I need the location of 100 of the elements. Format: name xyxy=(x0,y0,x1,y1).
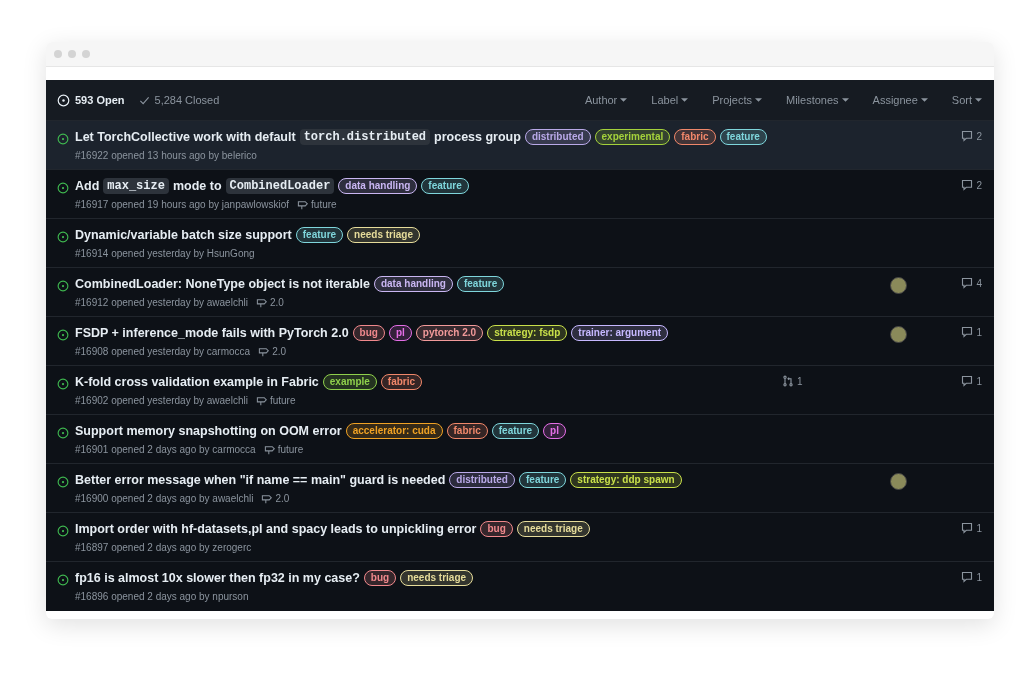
label-tag[interactable]: data handling xyxy=(338,178,418,194)
label-tag[interactable]: pl xyxy=(543,423,566,439)
open-issue-icon xyxy=(57,182,69,194)
issue-title-link[interactable]: Dynamic/variable batch size support xyxy=(75,228,292,242)
code-text: torch.distributed xyxy=(299,129,431,145)
label-tag[interactable]: example xyxy=(322,374,377,390)
comment-count[interactable]: 2 xyxy=(961,130,982,142)
label-tag[interactable]: distributed xyxy=(524,129,591,145)
caret-icon xyxy=(681,98,689,102)
issue-title-link[interactable]: process group xyxy=(434,130,521,144)
label-tag[interactable]: needs triage xyxy=(347,227,421,243)
open-issue-icon xyxy=(57,427,69,439)
comment-icon xyxy=(961,326,974,338)
code-text: max_size xyxy=(103,178,169,194)
milestone-link[interactable]: 2.0 xyxy=(275,493,290,504)
window-dot xyxy=(68,50,76,58)
label-tag[interactable]: fabric xyxy=(380,374,423,390)
comment-icon xyxy=(961,130,974,142)
milestone-link[interactable]: future xyxy=(311,199,337,210)
milestone-link[interactable]: future xyxy=(277,444,304,455)
check-icon xyxy=(138,94,150,106)
comment-count[interactable]: 1 xyxy=(961,522,982,534)
caret-icon xyxy=(975,98,982,102)
label-tag[interactable]: fabric xyxy=(674,129,716,145)
label-tag[interactable]: needs triage xyxy=(400,570,474,586)
assignee-avatar[interactable] xyxy=(890,277,907,294)
issue-meta-text: #16922 opened 13 hours ago by belerico xyxy=(75,150,257,161)
label-tag[interactable]: trainer: argument xyxy=(571,325,669,341)
issue-meta-text: #16902 opened yesterday by awaelchli xyxy=(75,395,248,406)
open-issue-icon xyxy=(57,476,69,488)
issue-meta-text: #16900 opened 2 days ago by awaelchli xyxy=(75,493,254,504)
issue-title-link[interactable]: Better error message when "if name == main" guard is needed xyxy=(75,473,446,487)
open-issue-icon xyxy=(57,231,69,243)
filter-dropdown[interactable]: Sort xyxy=(951,94,982,106)
assignee-avatar[interactable] xyxy=(890,326,907,343)
filter-dropdown[interactable]: Milestones xyxy=(785,94,849,106)
label-tag[interactable]: experimental xyxy=(594,129,671,145)
pull-request-icon xyxy=(782,375,794,387)
linked-pr-count[interactable]: 1 xyxy=(782,375,803,387)
open-issue-icon xyxy=(57,329,69,341)
milestone-link[interactable]: 2.0 xyxy=(269,297,284,308)
closed-count-link[interactable]: 5,284 Closed xyxy=(154,94,220,106)
comment-count[interactable]: 2 xyxy=(961,179,982,191)
issue-meta-text: #16908 opened yesterday by carmocca xyxy=(75,346,251,357)
window-dot xyxy=(82,50,90,58)
open-issue-icon xyxy=(57,280,69,292)
issue-row[interactable]: Let TorchCollective work with default torch.distributed process group distributed experimental fabric feature #16922 opened 13 hours ago by belerico 2 xyxy=(46,121,994,170)
window-dot xyxy=(54,50,62,58)
label-tag[interactable]: pl xyxy=(388,325,412,341)
issue-title-link[interactable]: Let TorchCollective work with default xyxy=(75,130,296,144)
issue-title-link[interactable]: Add xyxy=(75,179,100,193)
label-tag[interactable]: strategy: fsdp xyxy=(487,325,568,341)
open-issue-icon xyxy=(57,133,69,145)
filter-dropdown[interactable]: Projects xyxy=(712,94,762,106)
label-tag[interactable]: feature xyxy=(719,129,767,145)
label-tag[interactable]: bug xyxy=(480,521,513,537)
comment-count[interactable]: 1 xyxy=(961,571,982,583)
assignee-avatar[interactable] xyxy=(890,473,907,490)
filter-dropdown[interactable]: Label xyxy=(651,94,689,106)
label-tag[interactable]: needs triage xyxy=(516,521,590,537)
caret-icon xyxy=(620,98,628,102)
label-tag[interactable]: fabric xyxy=(446,423,488,439)
comment-icon xyxy=(961,571,974,583)
issue-meta-text: #16912 opened yesterday by awaelchli xyxy=(75,297,248,308)
label-tag[interactable]: distributed xyxy=(449,472,515,488)
milestone-link[interactable]: future xyxy=(269,395,296,406)
label-tag[interactable]: feature xyxy=(295,227,344,243)
issue-meta-text: #16917 opened 19 hours ago by janpawlowskiof xyxy=(75,199,290,210)
filter-dropdown[interactable]: Assignee xyxy=(872,94,928,106)
label-tag[interactable]: feature xyxy=(519,472,567,488)
milestone-icon xyxy=(258,346,270,357)
label-tag[interactable]: bug xyxy=(363,570,397,586)
issue-title-link[interactable]: K-fold cross validation example in Fabric xyxy=(75,375,319,389)
code-text: CombinedLoader xyxy=(225,178,335,194)
comment-count[interactable]: 4 xyxy=(961,277,982,289)
open-issue-icon xyxy=(57,525,69,537)
issue-title-link[interactable]: Import order with hf-datasets,pl and spacy leads to unpickling error xyxy=(75,522,477,536)
label-tag[interactable]: feature xyxy=(421,178,469,194)
filter-dropdown[interactable]: Author xyxy=(584,94,628,106)
label-tag[interactable]: accelerator: cuda xyxy=(345,423,443,439)
label-tag[interactable]: feature xyxy=(456,276,505,292)
milestone-link[interactable]: 2.0 xyxy=(272,346,287,357)
milestone-icon xyxy=(297,199,309,210)
milestone-icon xyxy=(263,444,275,455)
comment-count[interactable]: 1 xyxy=(961,375,982,387)
issue-title-link[interactable]: Support memory snapshotting on OOM error xyxy=(75,424,342,438)
label-tag[interactable]: bug xyxy=(352,325,385,341)
issue-title-link[interactable]: FSDP + inference_mode fails with PyTorch 2.0 xyxy=(75,326,349,340)
issue-title-link[interactable]: mode to xyxy=(172,179,222,193)
comment-count[interactable]: 1 xyxy=(961,326,982,338)
open-count-link[interactable]: 593 Open xyxy=(75,94,125,106)
milestone-icon xyxy=(255,297,267,308)
caret-icon xyxy=(841,98,849,102)
label-tag[interactable]: feature xyxy=(491,423,540,439)
open-issue-icon xyxy=(57,574,69,586)
label-tag[interactable]: pytorch 2.0 xyxy=(415,325,484,341)
issue-title-link[interactable]: CombinedLoader: NoneType object is not iterable xyxy=(75,277,370,291)
label-tag[interactable]: strategy: ddp spawn xyxy=(570,472,682,488)
label-tag[interactable]: data handling xyxy=(373,276,453,292)
issue-title-link[interactable]: fp16 is almost 10x slower then fp32 in my case? xyxy=(75,571,360,585)
